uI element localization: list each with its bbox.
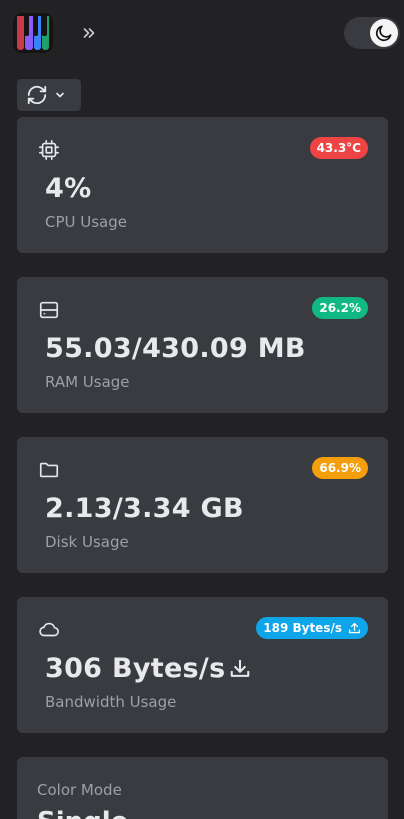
refresh-interval-select[interactable]	[17, 79, 81, 111]
upload-icon	[348, 622, 361, 633]
disk-card: 66.9% 2.13/3.34 GB Disk Usage	[17, 437, 388, 573]
cpu-temperature-text: 43.3°C	[316, 141, 361, 155]
cpu-chip-icon	[39, 140, 59, 160]
server-icon	[39, 301, 59, 319]
cpu-usage-value: 4%	[45, 173, 92, 204]
download-speed-value: 306 Bytes/s	[45, 653, 251, 684]
bandwidth-usage-label: Bandwidth Usage	[45, 693, 177, 711]
ram-percent-badge: 26.2%	[312, 297, 368, 319]
app-logo[interactable]	[13, 13, 53, 53]
bandwidth-card: 189 Bytes/s 306 Bytes/s Bandwidth Usage	[17, 597, 388, 733]
disk-percent-badge: 66.9%	[312, 457, 368, 479]
chevrons-right-icon	[83, 28, 95, 38]
color-mode-label: Color Mode	[37, 781, 122, 799]
disk-usage-value: 2.13/3.34 GB	[45, 493, 244, 524]
expand-sidebar-button[interactable]	[78, 22, 100, 44]
moon-icon	[375, 25, 392, 42]
upload-speed-text: 189 Bytes/s	[263, 621, 342, 635]
theme-toggle[interactable]	[344, 17, 400, 49]
chevron-down-icon	[56, 92, 64, 98]
theme-toggle-knob	[370, 19, 398, 47]
upload-speed-badge: 189 Bytes/s	[256, 617, 368, 639]
cpu-temperature-badge: 43.3°C	[309, 137, 368, 159]
refresh-icon	[27, 85, 47, 105]
ram-usage-value: 55.03/430.09 MB	[45, 333, 306, 364]
cloud-icon	[39, 622, 59, 637]
app-page: 43.3°C 4% CPU Usage 26.2% 55.03/430.09 M…	[0, 0, 404, 819]
download-speed-text: 306 Bytes/s	[45, 653, 226, 684]
cpu-usage-label: CPU Usage	[45, 213, 128, 231]
ram-usage-label: RAM Usage	[45, 373, 130, 391]
cpu-card: 43.3°C 4% CPU Usage	[17, 117, 388, 253]
disk-usage-label: Disk Usage	[45, 533, 129, 551]
folder-icon	[39, 462, 59, 478]
ram-card: 26.2% 55.03/430.09 MB RAM Usage	[17, 277, 388, 413]
color-mode-card[interactable]: Color Mode Single	[17, 757, 388, 819]
disk-percent-text: 66.9%	[319, 461, 361, 475]
download-icon	[231, 659, 250, 677]
color-mode-value: Single	[37, 807, 128, 819]
ram-percent-text: 26.2%	[319, 301, 361, 315]
